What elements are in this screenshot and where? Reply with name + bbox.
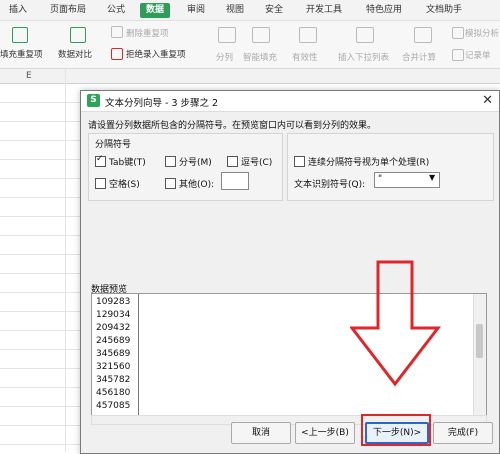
validation-button[interactable]: 有效性 xyxy=(292,51,318,63)
preview-row: 321560 xyxy=(96,362,131,372)
app-logo-icon: S xyxy=(87,94,100,107)
comma-option-label[interactable]: 逗号(C) xyxy=(241,155,272,168)
simulate-analysis-button[interactable]: 模拟分析 xyxy=(465,27,499,39)
text-qualifier-select[interactable]: " ▼ xyxy=(374,172,440,188)
back-button[interactable]: <上一步(B) xyxy=(295,422,355,444)
compare-data-button[interactable]: 数据对比 xyxy=(58,48,92,60)
tab-doc-assistant[interactable]: 文档助手 xyxy=(420,3,468,18)
reject-duplicates-icon xyxy=(111,48,123,60)
tab-features[interactable]: 特色应用 xyxy=(360,3,408,18)
semicolon-checkbox[interactable] xyxy=(165,156,176,167)
grid-line xyxy=(65,69,66,452)
dialog-title: 文本分列向导 - 3 步骤之 2 xyxy=(105,98,219,109)
fill-duplicates-icon xyxy=(12,27,28,43)
finish-button[interactable]: 完成(F) xyxy=(433,422,493,444)
consecutive-option-label[interactable]: 连续分隔符号视为单个处理(R) xyxy=(308,155,429,168)
preview-row: 129034 xyxy=(96,310,131,320)
ribbon-toolbar: 填充重复项 数据对比 删除重复项 拒绝录入重复项 分列 智能填充 有效性 插入下… xyxy=(0,21,500,69)
text-qualifier-label: 文本识别符号(Q): xyxy=(294,180,366,190)
tab-checkbox[interactable] xyxy=(95,154,106,167)
smart-fill-icon xyxy=(252,27,270,43)
preview-row: 457085 xyxy=(96,401,131,411)
delimiters-group: 分隔符号 Tab键(T) 分号(M) 逗号(C) 空格(S) 其他(O): xyxy=(88,133,283,201)
other-checkbox[interactable] xyxy=(165,178,176,189)
tab-view[interactable]: 视图 xyxy=(221,3,249,18)
fill-duplicates-button[interactable]: 填充重复项 xyxy=(0,48,43,60)
ribbon-tab-bar: 插入 页面布局 公式 数据 审阅 视图 安全 开发工具 特色应用 文档助手 xyxy=(0,0,500,21)
chevron-down-icon: ▼ xyxy=(429,173,436,182)
preview-row: 345689 xyxy=(96,349,131,359)
arrow-shape xyxy=(350,260,442,387)
cancel-button[interactable]: 取消 xyxy=(231,422,291,444)
column-header-row: E xyxy=(0,69,500,84)
consolidate-icon xyxy=(414,27,432,43)
column-label-e[interactable]: E xyxy=(26,71,32,81)
tab-page-layout[interactable]: 页面布局 xyxy=(44,3,92,18)
tab-review[interactable]: 审阅 xyxy=(182,3,210,18)
insert-dropdown-icon xyxy=(356,27,374,43)
split-column-icon xyxy=(218,27,236,43)
preview-row: 456180 xyxy=(96,388,131,398)
dialog-titlebar[interactable]: S 文本分列向导 - 3 步骤之 2 ✕ xyxy=(81,91,499,112)
options-group: 连续分隔符号视为单个处理(R) 文本识别符号(Q): " ▼ xyxy=(287,133,494,201)
split-column-button[interactable]: 分列 xyxy=(216,51,233,63)
consecutive-checkbox[interactable] xyxy=(294,156,305,167)
preview-row: 109283 xyxy=(96,297,131,307)
preview-row: 245689 xyxy=(96,336,131,346)
semicolon-option-label[interactable]: 分号(M) xyxy=(179,155,212,168)
space-checkbox[interactable] xyxy=(95,178,106,189)
preview-row: 209432 xyxy=(96,323,131,333)
preview-row: 345782 xyxy=(96,375,131,385)
down-arrow-annotation xyxy=(350,260,442,387)
compare-data-icon xyxy=(70,27,86,43)
other-option-label[interactable]: 其他(O): xyxy=(179,177,214,190)
insert-dropdown-button[interactable]: 插入下拉列表 xyxy=(338,51,389,63)
dialog-description: 请设置分列数据所包含的分隔符号。在预览窗口内可以看到分列的效果。 xyxy=(88,121,377,131)
remove-duplicates-button[interactable]: 删除重复项 xyxy=(126,27,169,39)
tab-developer[interactable]: 开发工具 xyxy=(300,3,348,18)
tab-option-label[interactable]: Tab键(T) xyxy=(109,155,146,168)
tab-data[interactable]: 数据 xyxy=(140,3,170,18)
smart-fill-button[interactable]: 智能填充 xyxy=(243,51,277,63)
close-icon[interactable]: ✕ xyxy=(482,93,493,108)
consolidate-button[interactable]: 合并计算 xyxy=(402,51,436,63)
remove-duplicates-icon xyxy=(111,26,123,38)
validation-icon xyxy=(299,27,317,43)
preview-vertical-scrollbar[interactable] xyxy=(473,294,486,416)
reject-duplicates-button[interactable]: 拒绝录入重复项 xyxy=(126,48,186,60)
tab-formula[interactable]: 公式 xyxy=(102,3,130,18)
delimiters-group-title: 分隔符号 xyxy=(95,140,132,150)
comma-checkbox[interactable] xyxy=(227,156,238,167)
simulate-icon xyxy=(452,27,464,39)
tab-security[interactable]: 安全 xyxy=(260,3,288,18)
other-delimiter-input[interactable] xyxy=(221,172,249,190)
record-form-button[interactable]: 记录单 xyxy=(465,49,491,61)
next-button-highlight xyxy=(361,414,431,446)
space-option-label[interactable]: 空格(S) xyxy=(109,177,140,190)
text-qualifier-value: " xyxy=(378,174,383,184)
record-form-icon xyxy=(452,49,464,61)
scrollbar-thumb[interactable] xyxy=(476,324,483,358)
tab-insert[interactable]: 插入 xyxy=(4,3,32,18)
